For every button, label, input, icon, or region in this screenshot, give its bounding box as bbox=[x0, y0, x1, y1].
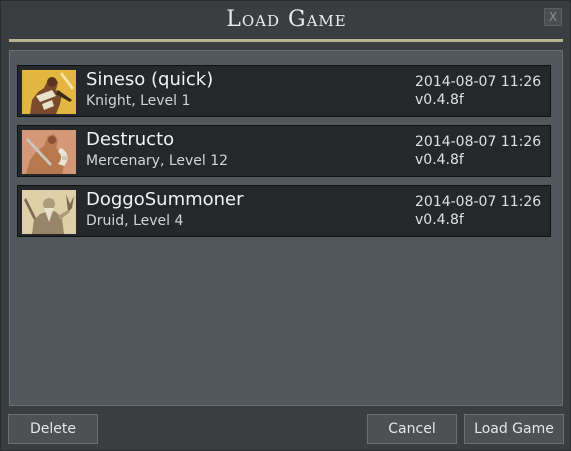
druid-portrait-icon bbox=[22, 190, 76, 234]
save-name: DoggoSummoner bbox=[86, 189, 244, 210]
mercenary-portrait-icon bbox=[22, 130, 76, 174]
close-icon[interactable]: X bbox=[544, 8, 562, 26]
save-version: v0.4.8f bbox=[415, 212, 464, 228]
save-name: Destructo bbox=[86, 129, 175, 150]
knight-portrait-icon bbox=[22, 70, 76, 114]
save-class-level: Druid, Level 4 bbox=[86, 213, 184, 229]
load-game-button[interactable]: Load Game bbox=[464, 414, 564, 444]
dialog-title: Load Game bbox=[226, 7, 347, 32]
save-timestamp: 2014-08-07 11:26 bbox=[415, 74, 542, 90]
title-divider bbox=[9, 39, 563, 42]
cancel-button[interactable]: Cancel bbox=[367, 414, 457, 444]
save-list: Sineso (quick) Knight, Level 1 2014-08-0… bbox=[9, 50, 563, 406]
delete-button[interactable]: Delete bbox=[8, 414, 98, 444]
load-game-dialog: Load Game X Sineso (quick) Knight, Level… bbox=[0, 0, 571, 451]
save-name: Sineso (quick) bbox=[86, 69, 214, 90]
save-timestamp: 2014-08-07 11:26 bbox=[415, 194, 542, 210]
save-item[interactable]: DoggoSummoner Druid, Level 4 2014-08-07 … bbox=[17, 185, 551, 237]
save-item[interactable]: Destructo Mercenary, Level 12 2014-08-07… bbox=[17, 125, 551, 177]
save-class-level: Knight, Level 1 bbox=[86, 93, 191, 109]
save-class-level: Mercenary, Level 12 bbox=[86, 153, 229, 169]
save-version: v0.4.8f bbox=[415, 152, 464, 168]
save-item[interactable]: Sineso (quick) Knight, Level 1 2014-08-0… bbox=[17, 65, 551, 117]
save-version: v0.4.8f bbox=[415, 92, 464, 108]
save-timestamp: 2014-08-07 11:26 bbox=[415, 134, 542, 150]
